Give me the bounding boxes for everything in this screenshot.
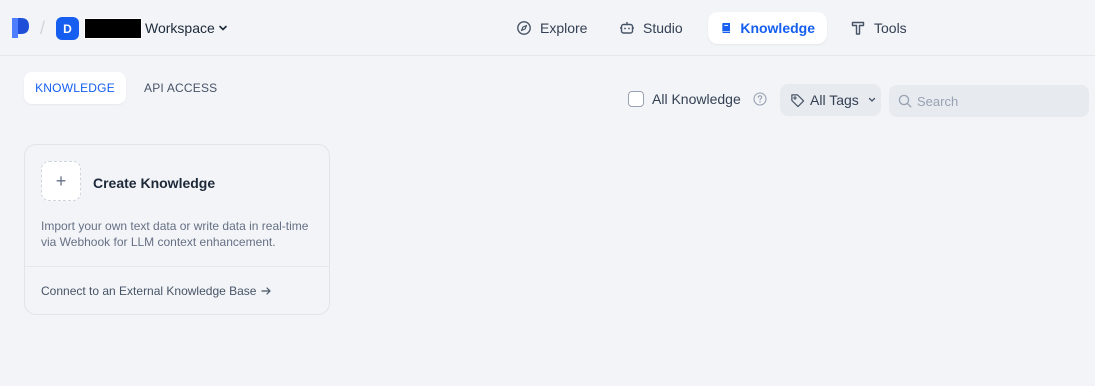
workspace-name-redacted: [84, 18, 142, 39]
tab-api-access[interactable]: API ACCESS: [132, 72, 229, 104]
all-knowledge-filter[interactable]: All Knowledge: [628, 91, 767, 107]
robot-icon: [620, 22, 634, 34]
all-tags-label: All Tags: [810, 92, 859, 108]
breadcrumb-separator: /: [40, 18, 46, 38]
nav-tools[interactable]: Tools: [838, 12, 919, 44]
workspace-label: Workspace: [145, 20, 215, 36]
external-knowledge-label: Connect to an External Knowledge Base: [41, 284, 257, 298]
all-tags-dropdown[interactable]: All Tags: [780, 84, 881, 116]
nav-studio-label: Studio: [643, 20, 683, 36]
search-icon: [898, 94, 912, 108]
chevron-down-icon: [218, 25, 227, 31]
top-header: / D Workspace Explore Studio Knowledge T…: [0, 0, 1095, 56]
create-knowledge-action[interactable]: + Create Knowledge Import your own text …: [25, 145, 329, 266]
workspace-switcher[interactable]: Workspace: [145, 20, 228, 36]
all-knowledge-label: All Knowledge: [652, 91, 741, 107]
external-knowledge-link[interactable]: Connect to an External Knowledge Base: [41, 284, 272, 298]
help-icon[interactable]: [753, 92, 767, 106]
plus-icon: +: [41, 161, 81, 201]
nav-knowledge[interactable]: Knowledge: [708, 12, 827, 44]
nav-explore-label: Explore: [540, 20, 588, 36]
nav-explore[interactable]: Explore: [504, 12, 599, 44]
tag-icon: [791, 93, 805, 107]
tab-knowledge[interactable]: KNOWLEDGE: [24, 72, 126, 104]
search-input[interactable]: [917, 93, 1077, 109]
search-box[interactable]: [889, 85, 1089, 117]
card-divider: [25, 266, 329, 267]
nav-studio[interactable]: Studio: [607, 12, 695, 44]
create-knowledge-title: Create Knowledge: [93, 175, 216, 191]
arrow-right-icon: [261, 287, 272, 295]
hammer-icon: [851, 21, 865, 35]
app-logo-icon[interactable]: [10, 16, 32, 40]
chevron-down-icon: [868, 97, 875, 102]
all-knowledge-checkbox[interactable]: [628, 91, 644, 107]
create-knowledge-description: Import your own text data or write data …: [41, 219, 309, 249]
tab-api-access-label: API ACCESS: [144, 81, 218, 95]
create-knowledge-card: + Create Knowledge Import your own text …: [24, 144, 330, 315]
nav-knowledge-label: Knowledge: [740, 20, 815, 36]
compass-icon: [517, 21, 531, 35]
tab-knowledge-label: KNOWLEDGE: [35, 81, 115, 95]
workspace-avatar[interactable]: D: [56, 17, 79, 40]
nav-tools-label: Tools: [874, 20, 907, 36]
book-icon: [722, 22, 731, 34]
